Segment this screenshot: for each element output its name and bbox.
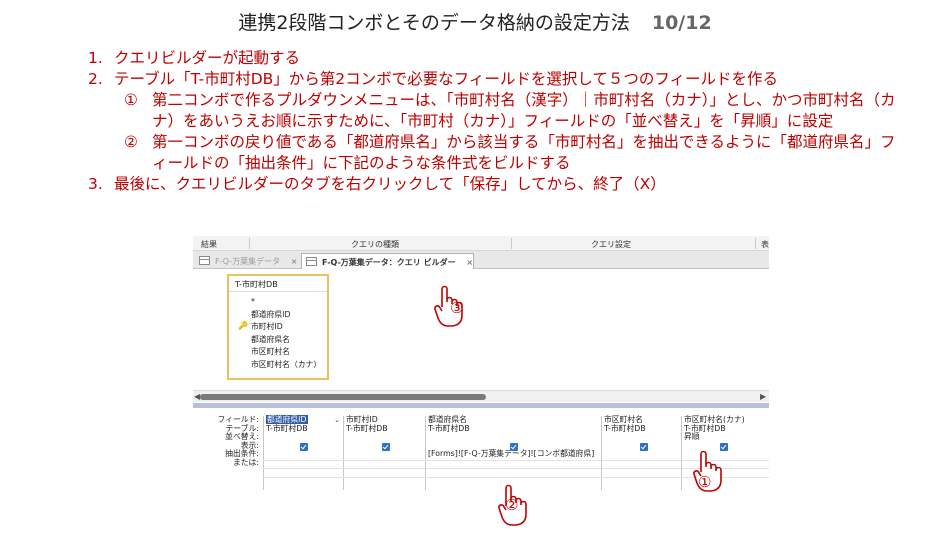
step-text: クエリビルダーが起動する bbox=[114, 49, 301, 67]
criteria-cell[interactable] bbox=[604, 450, 681, 459]
step-text: テーブル「T-市町村DB」から第2コンボで必要なフィールドを選択して５つのフィー… bbox=[114, 70, 779, 88]
field-list-item[interactable]: * bbox=[251, 296, 327, 309]
checkbox-icon[interactable] bbox=[382, 442, 390, 451]
checkbox-icon[interactable] bbox=[510, 442, 518, 451]
query-design-pane: T-市町村DB * 都道府県ID 市町村ID 都道府県名 市区町村名 市区町村名… bbox=[193, 270, 769, 390]
field-list-item[interactable]: 市区町村名 bbox=[251, 346, 327, 359]
grid-row-labels: フィールド: テーブル: 並べ替え: 表示: 抽出条件: または: bbox=[193, 415, 263, 468]
step-2: 2. テーブル「T-市町村DB」から第2コンボで必要なフィールドを選択して５つの… bbox=[88, 69, 908, 90]
close-icon[interactable]: × bbox=[291, 257, 298, 266]
substep-text: 第一コンボの戻り値である「都道府県名」から該当する「市町村名」を抽出できるように… bbox=[152, 133, 896, 172]
substep-text: 第二コンボで作るプルダウンメニューは、「市町村名（漢字）｜市町村名（カナ）」とし… bbox=[152, 91, 896, 130]
grid-column[interactable]: 都道府県ID ⌄ T-市町村DB bbox=[263, 415, 343, 490]
step-1: 1. クエリビルダーが起動する bbox=[88, 48, 908, 69]
form-icon bbox=[199, 256, 210, 265]
field-list-item[interactable]: 市町村ID bbox=[251, 321, 327, 334]
scroll-right-icon[interactable]: ▶ bbox=[760, 392, 766, 401]
table-name: T-市町村DB bbox=[229, 276, 327, 292]
grid-column[interactable]: 都道府県名 T-市町村DB [Forms]![F-Q-万葉集データ]![コンボ都… bbox=[425, 415, 601, 490]
step-number: 1. bbox=[88, 49, 103, 67]
field-list-item[interactable]: 都道府県ID bbox=[251, 309, 327, 322]
sort-cell[interactable] bbox=[346, 433, 425, 442]
key-icon: 🔑 bbox=[238, 321, 248, 330]
table-cell[interactable]: T-市町村DB bbox=[346, 424, 425, 434]
table-cell[interactable]: T-市町村DB bbox=[428, 424, 601, 434]
field-list-item[interactable]: 市区町村名（カナ） bbox=[251, 359, 327, 372]
substep-1: ① 第二コンボで作るプルダウンメニューは、「市町村名（漢字）｜市町村名（カナ）」… bbox=[88, 90, 908, 132]
query-design-grid: フィールド: テーブル: 並べ替え: 表示: 抽出条件: または: 都道府県ID… bbox=[193, 408, 769, 490]
tab-query-builder[interactable]: F-Q-万葉集データ：クエリ ビルダー × bbox=[301, 253, 474, 269]
step-text: 最後に、クエリビルダーのタブを右クリックして「保存」してから、終了（X） bbox=[114, 175, 666, 193]
field-list-table[interactable]: T-市町村DB * 都道府県ID 市町村ID 都道府県名 市区町村名 市区町村名… bbox=[227, 274, 329, 380]
query-builder-screenshot: 結果 クエリの種類 クエリ設定 表 F-Q-万葉集データ × F-Q-万葉集デー… bbox=[193, 236, 769, 490]
substep-mark: ① bbox=[124, 91, 138, 109]
close-icon[interactable]: × bbox=[466, 258, 473, 267]
sort-cell[interactable] bbox=[428, 433, 601, 442]
table-cell[interactable]: T-市町村DB bbox=[266, 424, 343, 434]
field-list: * 都道府県ID 市町村ID 都道府県名 市区町村名 市区町村名（カナ） 🔑 bbox=[229, 292, 327, 372]
criteria-cell[interactable]: [Forms]![F-Q-万葉集データ]![コンボ都道府県] bbox=[428, 450, 601, 459]
checkbox-icon[interactable] bbox=[300, 442, 308, 451]
field-cell[interactable]: 都道府県ID bbox=[266, 415, 308, 424]
step-3: 3. 最後に、クエリビルダーのタブを右クリックして「保存」してから、終了（X） bbox=[88, 174, 908, 195]
callout-2: ② bbox=[505, 496, 519, 514]
table-cell[interactable]: T-市町村DB bbox=[604, 424, 681, 434]
sort-cell[interactable] bbox=[266, 433, 343, 442]
grid-column[interactable]: 市町村ID T-市町村DB bbox=[343, 415, 425, 490]
criteria-cell[interactable] bbox=[346, 450, 425, 459]
field-list-item[interactable]: 都道府県名 bbox=[251, 334, 327, 347]
dropdown-arrow-icon[interactable]: ⌄ bbox=[334, 416, 340, 425]
ribbon-separator bbox=[511, 238, 512, 249]
callout-1: ① bbox=[698, 473, 712, 491]
criteria-cell[interactable] bbox=[266, 450, 343, 459]
tab-label: F-Q-万葉集データ bbox=[215, 257, 281, 266]
ribbon-separator bbox=[249, 238, 250, 249]
title-text: 連携2段階コンボとそのデータ格納の設定方法 bbox=[238, 12, 630, 34]
tab-form-data[interactable]: F-Q-万葉集データ × bbox=[195, 253, 299, 269]
ribbon-group-labels: 結果 クエリの種類 クエリ設定 表 bbox=[193, 236, 769, 251]
slide-title: 連携2段階コンボとそのデータ格納の設定方法 10/12 bbox=[0, 8, 950, 35]
document-tab-bar: F-Q-万葉集データ × F-Q-万葉集データ：クエリ ビルダー × bbox=[193, 251, 769, 269]
callout-3: ③ bbox=[450, 299, 464, 317]
query-icon bbox=[306, 257, 317, 266]
substep-2: ② 第一コンボの戻り値である「都道府県名」から該当する「市町村名」を抽出できるよ… bbox=[88, 132, 908, 174]
scrollbar-thumb[interactable] bbox=[200, 394, 486, 400]
checkbox-icon[interactable] bbox=[640, 442, 648, 451]
sort-cell[interactable]: 昇順 bbox=[684, 433, 767, 442]
step-number: 2. bbox=[88, 70, 103, 88]
ribbon-query-setup-label: クエリ設定 bbox=[591, 240, 631, 249]
horizontal-scrollbar[interactable]: ◀ ▶ bbox=[193, 390, 769, 402]
substep-mark: ② bbox=[124, 133, 138, 151]
instruction-list: 1. クエリビルダーが起動する 2. テーブル「T-市町村DB」から第2コンボで… bbox=[88, 48, 908, 195]
ribbon-query-type-label: クエリの種類 bbox=[351, 240, 399, 249]
page-number: 10/12 bbox=[651, 12, 712, 34]
row-label: または: bbox=[232, 457, 259, 467]
step-number: 3. bbox=[88, 175, 103, 193]
ribbon-results-label: 結果 bbox=[201, 240, 217, 249]
ribbon-more-label: 表 bbox=[761, 240, 769, 249]
tab-label: F-Q-万葉集データ：クエリ ビルダー bbox=[322, 258, 456, 267]
ribbon-separator bbox=[755, 238, 756, 249]
sort-cell[interactable] bbox=[604, 433, 681, 442]
grid-column[interactable]: 市区町村名 T-市町村DB bbox=[601, 415, 681, 490]
